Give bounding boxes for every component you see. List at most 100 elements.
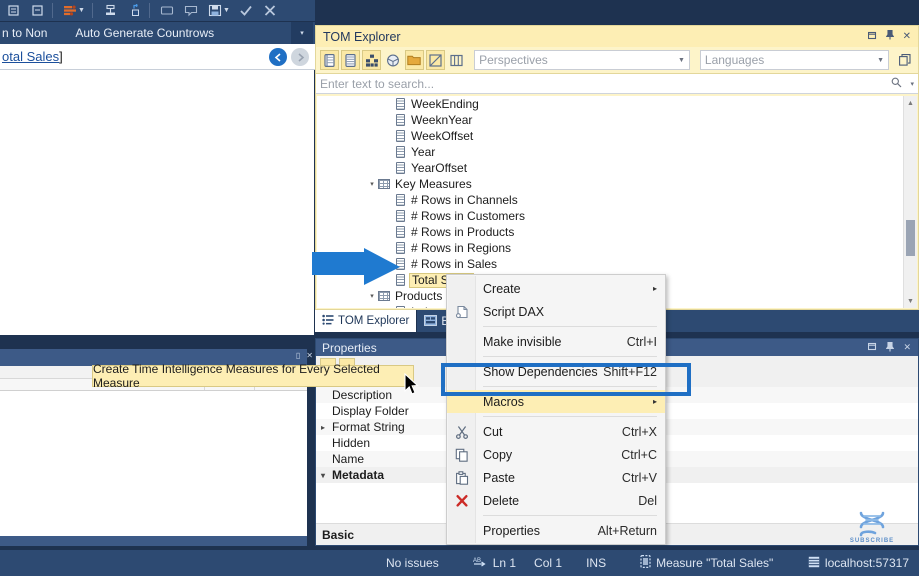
command-dropdown-icon[interactable]: ▾	[291, 22, 313, 44]
lower-left-list[interactable]	[0, 391, 307, 536]
show-hidden-icon[interactable]	[425, 50, 445, 70]
menu-item-shortcut: Ctrl+I	[626, 334, 657, 349]
show-partitions-icon[interactable]	[447, 50, 466, 70]
languages-combo[interactable]: Languages ▼	[699, 50, 889, 70]
search-icon[interactable]	[891, 77, 902, 91]
tree-item-label: Products	[395, 289, 443, 303]
close-icon[interactable]: ✕	[903, 31, 911, 42]
menu-item-shortcut: Shift+F12	[603, 364, 657, 379]
dax-editor-panel[interactable]	[0, 70, 315, 335]
menu-item-script-dax[interactable]: Script DAX	[447, 300, 665, 323]
menu-item-properties[interactable]: Properties Alt+Return	[447, 519, 665, 542]
search-dropdown-icon[interactable]: ▾	[910, 80, 914, 88]
menu-item-show-dependencies[interactable]: Show Dependencies Shift+F12	[447, 360, 665, 383]
measure-icon	[393, 194, 407, 206]
status-insert-mode: INS	[586, 556, 607, 570]
tree-item[interactable]: # Rows in Channels	[317, 192, 917, 208]
tab-tom-explorer[interactable]: TOM Explorer	[315, 310, 418, 332]
tree-item[interactable]: # Rows in Customers	[317, 208, 917, 224]
column-icon	[393, 114, 407, 126]
restore-icon[interactable]	[868, 342, 877, 354]
tree-vertical-scrollbar[interactable]: ▲ ▼	[903, 96, 917, 308]
tree-item[interactable]: WeekEnding	[317, 96, 917, 112]
comment-icon[interactable]	[156, 1, 178, 21]
column-icon	[393, 98, 407, 110]
navigate-back-button[interactable]	[269, 48, 287, 66]
tree-item[interactable]: Year	[317, 144, 917, 160]
lower-left-footer	[0, 536, 307, 546]
restore-icon[interactable]	[867, 31, 877, 43]
status-column: Col 1	[534, 556, 563, 570]
outdent-icon[interactable]	[26, 1, 48, 21]
tree-item-label: WeekEnding	[411, 97, 479, 111]
table-icon	[377, 291, 391, 301]
menu-item-copy[interactable]: Copy Ctrl+C	[447, 443, 665, 466]
status-position: AB Ln 1 Col 1 INS	[473, 556, 606, 571]
perspectives-combo[interactable]: Perspectives ▼	[474, 50, 690, 70]
tom-search-box[interactable]: Enter text to search... ▾	[316, 73, 918, 94]
pin-icon[interactable]: ▯	[296, 351, 300, 360]
menu-item-shortcut: Ctrl+V	[621, 470, 657, 485]
context-menu[interactable]: Create ▸ Script DAX Make invisible Ctrl+I Sho…	[446, 274, 666, 545]
tree-item[interactable]: # Rows in Regions	[317, 240, 917, 256]
menu-item-cut[interactable]: Cut Ctrl+X	[447, 420, 665, 443]
chevron-down-icon[interactable]: ▼	[678, 57, 685, 64]
expander-icon[interactable]: ▾	[316, 471, 330, 480]
tree-item[interactable]: YearOffset	[317, 160, 917, 176]
menu-item-shortcut: Del	[638, 493, 657, 508]
merge-icon[interactable]	[99, 1, 121, 21]
indent-icon[interactable]	[2, 1, 24, 21]
scrollbar-thumb[interactable]	[906, 220, 915, 256]
cancel-icon[interactable]	[259, 1, 281, 21]
tree-item[interactable]: # Rows in Sales	[317, 256, 917, 272]
status-issues: No issues	[386, 556, 439, 570]
tree-item[interactable]: WeekOffset	[317, 128, 917, 144]
menu-item-shortcut: Ctrl+X	[621, 424, 657, 439]
menu-item-macros[interactable]: Macros ▸	[447, 390, 665, 413]
accept-icon[interactable]	[235, 1, 257, 21]
navigate-forward-button[interactable]	[291, 48, 309, 66]
tom-restore-pane-icon[interactable]	[895, 50, 914, 70]
tree-item[interactable]: WeeknYear	[317, 112, 917, 128]
toolbar-separator-2	[92, 3, 93, 18]
show-hierarchies-icon[interactable]	[362, 50, 382, 70]
menu-item-shortcut: Alt+Return	[597, 523, 657, 538]
expander-icon[interactable]: ▸	[316, 423, 330, 432]
menu-item-label: Properties	[483, 523, 540, 538]
tree-item-label: WeeknYear	[411, 113, 473, 127]
close-icon[interactable]: ✕	[306, 351, 313, 360]
menu-item-create[interactable]: Create ▸	[447, 277, 665, 300]
measure-icon	[640, 555, 651, 571]
scroll-up-icon[interactable]: ▲	[904, 96, 917, 110]
delete-icon	[454, 494, 470, 508]
chevron-down-icon[interactable]: ▼	[877, 57, 884, 64]
formula-text[interactable]: otal Sales]	[0, 49, 63, 64]
pin-icon[interactable]	[885, 29, 894, 43]
annotation-arrow-icon	[312, 248, 400, 285]
menu-item-paste[interactable]: Paste Ctrl+V	[447, 466, 665, 489]
expander-icon[interactable]: ▾	[367, 292, 377, 300]
scroll-down-icon[interactable]: ▼	[904, 294, 917, 308]
tree-item[interactable]: ▾ Key Measures	[317, 176, 917, 192]
show-folders-icon[interactable]	[404, 50, 424, 70]
command-left-label: n to Non	[2, 26, 48, 40]
format-dax-dropdown-icon[interactable]: ▼	[78, 7, 88, 14]
tree-item-label: Key Measures	[395, 177, 472, 191]
show-tables-icon[interactable]	[320, 50, 340, 70]
show-model-icon[interactable]	[383, 50, 402, 70]
save-dropdown-icon[interactable]: ▼	[223, 7, 233, 14]
subscribe-badge[interactable]: SUBSCRIBE	[843, 506, 901, 548]
script-icon	[454, 305, 470, 319]
show-columns-icon[interactable]	[341, 50, 361, 70]
menu-item-delete[interactable]: Delete Del	[447, 489, 665, 512]
uncomment-icon[interactable]	[180, 1, 202, 21]
close-icon[interactable]: ✕	[903, 342, 911, 354]
expander-icon[interactable]: ▾	[367, 180, 377, 188]
pin-icon[interactable]	[886, 341, 895, 354]
menu-separator	[483, 326, 657, 327]
tree-item[interactable]: # Rows in Products	[317, 224, 917, 240]
extract-icon[interactable]	[123, 1, 145, 21]
menu-item-make-invisible[interactable]: Make invisible Ctrl+I	[447, 330, 665, 353]
auto-generate-countrows-label: Auto Generate Countrows	[75, 26, 215, 40]
formula-bar[interactable]: otal Sales]	[0, 44, 315, 70]
